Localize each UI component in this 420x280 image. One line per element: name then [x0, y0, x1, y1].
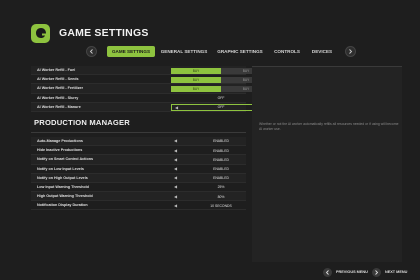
setting-label: AI Worker Refill - Slurry: [37, 95, 79, 100]
arrow-left-icon[interactable]: ◀: [174, 148, 177, 155]
select-value: 10 SECONDS: [210, 203, 232, 208]
setting-row-refill-fertilizer[interactable]: AI Worker Refill - Fertilizer BUY BUY: [31, 84, 271, 94]
chevron-left-icon: [89, 48, 93, 54]
setting-row-notify-smart-control[interactable]: Notify on Smart Control Actions ◀ ENABLE…: [31, 155, 268, 165]
section-title-production: PRODUCTION MANAGER: [34, 117, 130, 127]
chevron-right-icon: [349, 48, 353, 54]
setting-row-refill-manure[interactable]: AI Worker Refill - Manure ◀ OFF ▶: [31, 102, 271, 112]
setting-label: High Output Warning Threshold: [37, 194, 93, 199]
tab-bar: GAME SETTINGS GENERAL SETTINGS GRAPHIC S…: [86, 45, 356, 57]
previous-menu-label: PREVIOUS MENU: [336, 270, 368, 274]
arrow-left-icon[interactable]: ◀: [174, 175, 177, 182]
arrow-left-icon[interactable]: ◀: [174, 203, 177, 210]
ai-worker-group: AI Worker Refill - Fuel BUY BUY AI Worke…: [31, 66, 271, 112]
setting-label: Hide Inactive Productions: [37, 148, 83, 153]
key-prompt-icon: [323, 267, 332, 277]
footer-next-menu[interactable]: NEXT MENU: [372, 265, 407, 279]
setting-row-notification-duration[interactable]: Notification Display Duration ◀ 10 SECON…: [31, 201, 268, 211]
settings-list: AI Worker Refill - Fuel BUY BUY AI Worke…: [31, 66, 271, 211]
setting-label: AI Worker Refill - Fuel: [37, 68, 76, 73]
arrow-left-icon[interactable]: ◀: [174, 157, 177, 164]
setting-row-hide-inactive[interactable]: Hide Inactive Productions ◀ ENABLED ▶: [31, 146, 268, 156]
select-value: ENABLED: [213, 157, 229, 162]
tab-next-button[interactable]: [345, 45, 356, 57]
production-group: Auto-Manage Productions ◀ ENABLED ▶ Hide…: [31, 136, 268, 211]
setting-label: Notify on Low Input Levels: [37, 166, 84, 171]
arrow-left-icon[interactable]: ◀: [175, 105, 178, 112]
arrow-left-icon[interactable]: ◀: [174, 138, 177, 145]
setting-label: Low Input Warning Threshold: [37, 184, 89, 189]
next-menu-label: NEXT MENU: [385, 270, 408, 274]
select-value: ENABLED: [213, 139, 229, 144]
select-value: 80%: [217, 194, 225, 199]
header: GAME SETTINGS: [31, 20, 149, 46]
key-prompt-icon: [372, 267, 381, 277]
setting-label: Notify on Smart Control Actions: [37, 157, 93, 162]
toggle-option-on[interactable]: BUY: [171, 76, 221, 84]
setting-label: AI Worker Refill - Seeds: [37, 77, 79, 82]
setting-description: Whether or not the AI worker automatical…: [259, 122, 399, 131]
arrow-left-icon[interactable]: ◀: [174, 194, 177, 201]
select-value: 25%: [217, 185, 225, 190]
setting-row-auto-manage[interactable]: Auto-Manage Productions ◀ ENABLED ▶: [31, 136, 268, 147]
setting-row-low-input-threshold[interactable]: Low Input Warning Threshold ◀ 25% ▶: [31, 183, 268, 193]
description-panel: Whether or not the AI worker automatical…: [252, 66, 402, 262]
setting-label: Notification Display Duration: [37, 203, 88, 208]
footer-previous-menu[interactable]: PREVIOUS MENU: [323, 265, 368, 279]
setting-label: Auto-Manage Productions: [37, 139, 83, 144]
setting-row-refill-slurry[interactable]: AI Worker Refill - Slurry OFF: [31, 94, 246, 103]
toggle-option-on[interactable]: BUY: [171, 85, 221, 93]
section-divider: [31, 131, 246, 133]
setting-row-refill-fuel[interactable]: AI Worker Refill - Fuel BUY BUY: [31, 66, 271, 76]
page-title: GAME SETTINGS: [59, 27, 149, 39]
game-logo-icon: [31, 23, 50, 43]
setting-label: AI Worker Refill - Fertilizer: [37, 86, 84, 91]
setting-label: AI Worker Refill - Manure: [37, 104, 81, 109]
toggle-option-on[interactable]: BUY: [171, 67, 221, 74]
tab-devices[interactable]: DEVICES: [307, 46, 337, 57]
arrow-left-icon[interactable]: ◀: [174, 184, 177, 191]
setting-label: Notify on High Output Levels: [37, 175, 88, 180]
select-value: OFF: [217, 105, 225, 110]
select-value: ENABLED: [213, 148, 229, 153]
setting-row-high-output-threshold[interactable]: High Output Warning Threshold ◀ 80% ▶: [31, 192, 268, 202]
select-value: ENABLED: [213, 176, 229, 181]
select-value: OFF: [217, 96, 225, 101]
tab-general-settings[interactable]: GENERAL SETTINGS: [157, 46, 211, 57]
setting-row-notify-low-input[interactable]: Notify on Low Input Levels ◀ ENABLED ▶: [31, 165, 268, 174]
tab-prev-button[interactable]: [86, 45, 97, 57]
arrow-left-icon[interactable]: ◀: [174, 166, 177, 173]
setting-row-refill-seeds[interactable]: AI Worker Refill - Seeds BUY BUY: [31, 75, 271, 85]
tab-game-settings[interactable]: GAME SETTINGS: [107, 45, 155, 57]
tab-controls[interactable]: CONTROLS: [269, 46, 305, 57]
tab-graphic-settings[interactable]: GRAPHIC SETTINGS: [213, 46, 267, 57]
select-value: ENABLED: [213, 167, 229, 171]
setting-row-notify-high-output[interactable]: Notify on High Output Levels ◀ ENABLED ▶: [31, 173, 268, 183]
